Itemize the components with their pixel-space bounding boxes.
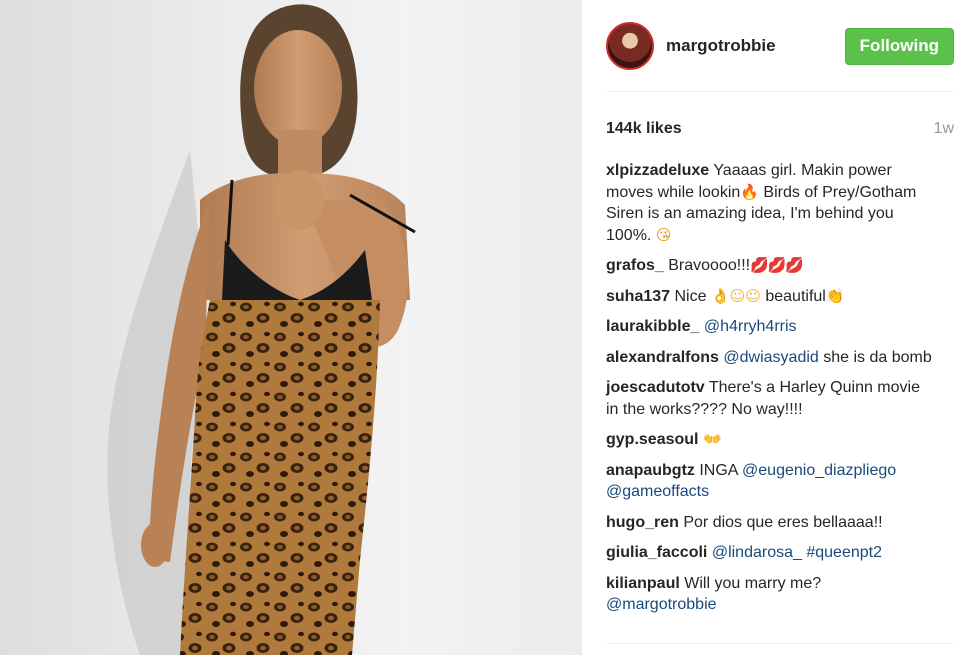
mention-link[interactable]: @h4rryh4rris xyxy=(704,318,797,335)
comment: hugo_ren Por dios que eres bellaaaa!! xyxy=(606,512,936,534)
ok-hand-icon: 👌☺☺ xyxy=(710,286,761,305)
mention-link[interactable]: @gameoffacts xyxy=(606,483,709,500)
comment-text: Por dios que eres bellaaaa!! xyxy=(683,513,883,531)
post-photo[interactable] xyxy=(0,0,582,655)
comment-username[interactable]: hugo_ren xyxy=(606,514,679,531)
comment-username[interactable]: giulia_faccoli xyxy=(606,544,707,561)
hashtag-link[interactable]: #queenpt2 xyxy=(806,544,882,561)
kiss-face-icon: 😘 xyxy=(655,225,672,244)
clapping-hands-icon: 👏 xyxy=(825,286,845,305)
comment-text: beautiful xyxy=(760,287,826,305)
comment-text: INGA xyxy=(699,461,743,479)
comment-username[interactable]: xlpizzadeluxe xyxy=(606,162,709,179)
comment: alexandralfons @dwiasyadid she is da bom… xyxy=(606,347,936,369)
avatar[interactable] xyxy=(606,22,654,70)
comment-username[interactable]: alexandralfons xyxy=(606,349,719,366)
comment-username[interactable]: kilianpaul xyxy=(606,575,680,592)
comment-username[interactable]: grafos_ xyxy=(606,257,664,274)
comment-text: she is da bomb xyxy=(818,348,932,366)
comment: anapaubgtz INGA @eugenio_diazpliego @gam… xyxy=(606,460,936,503)
likes-count[interactable]: 144k likes xyxy=(606,120,682,138)
comment-username[interactable]: suha137 xyxy=(606,288,670,305)
mention-link[interactable]: @eugenio_diazpliego xyxy=(742,462,896,479)
open-hands-icon: 👐 xyxy=(702,430,722,448)
kiss-lips-icon: 💋💋💋 xyxy=(750,256,804,274)
comment: grafos_ Bravoooo!!!💋💋💋 xyxy=(606,255,936,277)
comment: laurakibble_ @h4rryh4rris xyxy=(606,316,936,338)
comment-username[interactable]: laurakibble_ xyxy=(606,318,699,335)
comment-username[interactable]: gyp.seasoul xyxy=(606,431,698,448)
following-button[interactable]: Following xyxy=(844,27,954,65)
comment-username[interactable]: joescadutotv xyxy=(606,379,705,396)
comment: giulia_faccoli @lindarosa_ #queenpt2 xyxy=(606,542,936,564)
mention-link[interactable]: @dwiasyadid xyxy=(723,349,818,366)
post-image xyxy=(107,4,416,655)
likes-row: 144k likes 1w xyxy=(582,92,980,138)
comment: suha137 Nice 👌☺☺ beautiful👏 xyxy=(606,286,936,308)
mention-link[interactable]: @lindarosa_ xyxy=(712,544,802,561)
mention-link[interactable]: @margotrobbie xyxy=(606,596,717,613)
fire-icon: 🔥 xyxy=(740,182,759,201)
post-header: margotrobbie Following xyxy=(582,0,980,92)
divider xyxy=(606,643,954,644)
comment-username[interactable]: anapaubgtz xyxy=(606,462,695,479)
comment-text: Nice xyxy=(674,287,711,305)
post-time[interactable]: 1w xyxy=(934,120,954,138)
comment-text: Will you marry me? xyxy=(684,574,822,592)
comment: xlpizzadeluxe Yaaaas girl. Makin power m… xyxy=(606,160,936,246)
post-sidebar: margotrobbie Following 144k likes 1w xlp… xyxy=(582,0,980,655)
comment: gyp.seasoul 👐 xyxy=(606,429,936,451)
comment: joescadutotv There's a Harley Quinn movi… xyxy=(606,377,936,420)
comment-text: Bravoooo!!! xyxy=(668,257,751,274)
comment: kilianpaul Will you marry me? @margotrob… xyxy=(606,573,936,616)
author-username[interactable]: margotrobbie xyxy=(666,36,845,56)
comment-list: xlpizzadeluxe Yaaaas girl. Makin power m… xyxy=(582,160,980,616)
